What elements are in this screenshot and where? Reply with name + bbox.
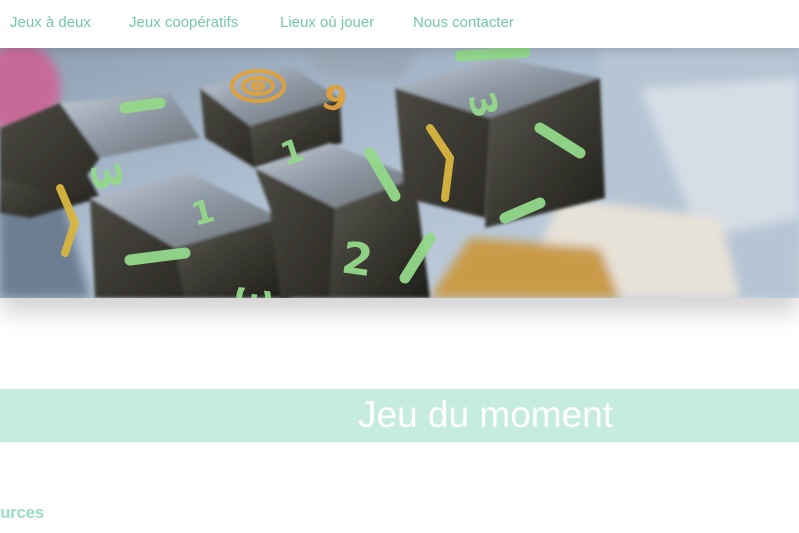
dice-illustration: 9 3 1 1 3 2 3 (0, 48, 799, 298)
nav-link-jeux-cooperatifs[interactable]: Jeux coopératifs (129, 14, 238, 32)
section-heading-partial: ources (0, 503, 44, 522)
featured-game-title: Jeu du moment (358, 394, 614, 435)
nav-link-nous-contacter[interactable]: Nous contacter (413, 14, 514, 32)
nav-link-lieux-ou-jouer[interactable]: Lieux où jouer (280, 14, 374, 32)
nav-link-jeux-a-deux[interactable]: Jeux à deux (10, 14, 91, 32)
hero-banner-image: 9 3 1 1 3 2 3 (0, 48, 799, 298)
top-navigation: Jeux à deux Jeux coopératifs Lieux où jo… (0, 0, 799, 48)
